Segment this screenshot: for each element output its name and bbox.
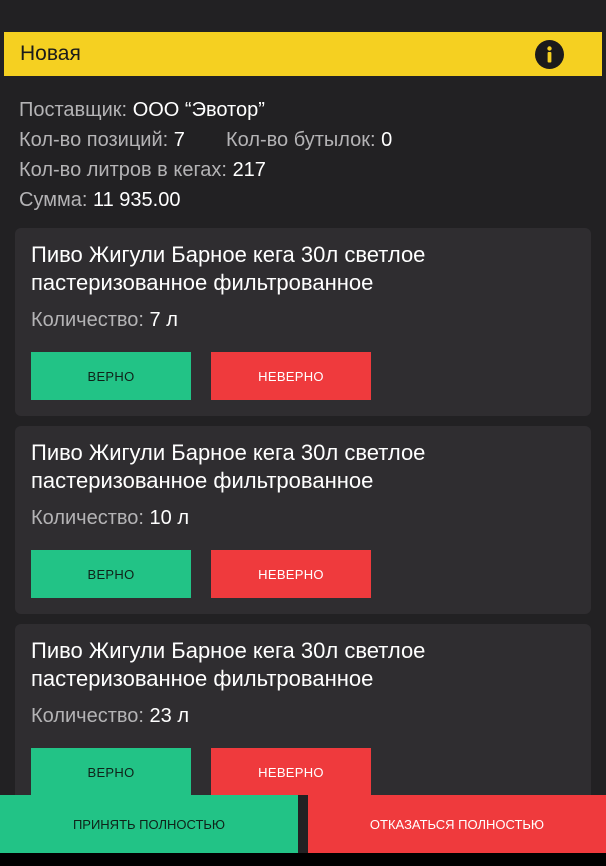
sum-value: 11 935.00 bbox=[92, 189, 181, 211]
positions-value: 7 bbox=[173, 129, 185, 151]
quantity-value: 10 л bbox=[149, 507, 190, 529]
reject-all-button[interactable]: ОТКАЗАТЬСЯ ПОЛНОСТЬЮ bbox=[308, 795, 606, 853]
item-title-line: пастеризованное фильтрованное bbox=[31, 468, 374, 493]
positions-label: Кол-во позиций: bbox=[19, 129, 169, 151]
list-item: Пиво Жигули Барное кега 30л светлое паст… bbox=[15, 228, 591, 416]
page-title: Новая bbox=[20, 42, 81, 65]
invoice-summary: Поставщик: ООО “Эвотор” Кол-во позиций: … bbox=[19, 95, 589, 215]
quantity-value: 7 л bbox=[149, 309, 178, 331]
liters-line: Кол-во литров в кегах: 217 bbox=[19, 155, 589, 185]
item-title-line: Пиво Жигули Барное кега 30л светлое bbox=[31, 638, 426, 663]
list-item: Пиво Жигули Барное кега 30л светлое паст… bbox=[15, 426, 591, 614]
correct-button[interactable]: ВЕРНО bbox=[31, 550, 191, 598]
quantity-label: Количество: bbox=[31, 705, 144, 727]
liters-value: 217 bbox=[232, 159, 266, 181]
info-icon-glyph bbox=[547, 45, 552, 62]
info-icon[interactable] bbox=[535, 39, 564, 69]
item-title-line: пастеризованное фильтрованное bbox=[31, 666, 374, 691]
correct-button[interactable]: ВЕРНО bbox=[31, 748, 191, 796]
sum-line: Сумма: 11 935.00 bbox=[19, 185, 589, 215]
correct-button[interactable]: ВЕРНО bbox=[31, 352, 191, 400]
sum-label: Сумма: bbox=[19, 189, 88, 211]
item-quantity: Количество: 7 л bbox=[31, 307, 575, 333]
quantity-label: Количество: bbox=[31, 309, 144, 331]
supplier-line: Поставщик: ООО “Эвотор” bbox=[19, 95, 589, 125]
accept-all-button[interactable]: ПРИНЯТЬ ПОЛНОСТЬЮ bbox=[0, 795, 298, 853]
item-quantity: Количество: 10 л bbox=[31, 505, 575, 531]
item-title-line: Пиво Жигули Барное кега 30л светлое bbox=[31, 440, 426, 465]
item-title: Пиво Жигули Барное кега 30л светлое паст… bbox=[31, 241, 575, 297]
bottom-action-bar: ПРИНЯТЬ ПОЛНОСТЬЮ ОТКАЗАТЬСЯ ПОЛНОСТЬЮ bbox=[0, 795, 606, 853]
incorrect-button[interactable]: НЕВЕРНО bbox=[211, 748, 371, 796]
status-bar bbox=[0, 0, 606, 32]
items-list[interactable]: Пиво Жигули Барное кега 30л светлое паст… bbox=[15, 228, 591, 822]
item-quantity: Количество: 23 л bbox=[31, 703, 575, 729]
item-actions: ВЕРНО НЕВЕРНО bbox=[31, 352, 371, 400]
supplier-value: ООО “Эвотор” bbox=[132, 99, 265, 121]
supplier-label: Поставщик: bbox=[19, 99, 128, 121]
quantity-value: 23 л bbox=[149, 705, 190, 727]
item-title-line: Пиво Жигули Барное кега 30л светлое bbox=[31, 242, 426, 267]
item-title: Пиво Жигули Барное кега 30л светлое паст… bbox=[31, 637, 575, 693]
app-screen: Новая Поставщик: ООО “Эвотор” Кол-во поз… bbox=[0, 0, 606, 866]
counts-line: Кол-во позиций: 7 Кол-во бутылок: 0 bbox=[19, 125, 589, 155]
list-item: Пиво Жигули Барное кега 30л светлое паст… bbox=[15, 624, 591, 812]
liters-label: Кол-во литров в кегах: bbox=[19, 159, 227, 181]
incorrect-button[interactable]: НЕВЕРНО bbox=[211, 352, 371, 400]
bottles-value: 0 bbox=[381, 129, 393, 151]
system-nav-bar bbox=[0, 853, 606, 866]
header-bar: Новая bbox=[4, 32, 602, 76]
item-title-line: пастеризованное фильтрованное bbox=[31, 270, 374, 295]
item-actions: ВЕРНО НЕВЕРНО bbox=[31, 748, 371, 796]
bottles-label: Кол-во бутылок: bbox=[225, 129, 376, 151]
incorrect-button[interactable]: НЕВЕРНО bbox=[211, 550, 371, 598]
quantity-label: Количество: bbox=[31, 507, 144, 529]
item-actions: ВЕРНО НЕВЕРНО bbox=[31, 550, 371, 598]
item-title: Пиво Жигули Барное кега 30л светлое паст… bbox=[31, 439, 575, 495]
